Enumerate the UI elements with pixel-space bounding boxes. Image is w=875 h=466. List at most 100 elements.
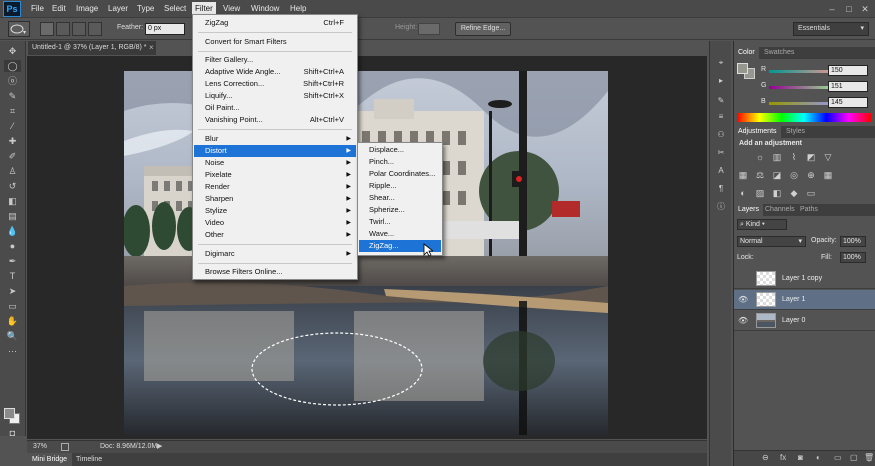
black-white-icon[interactable]: ◪	[771, 169, 783, 181]
selective-color-icon[interactable]: ◆	[788, 187, 800, 199]
marquee-tool-icon[interactable]: ◯	[4, 60, 21, 72]
menu-item-liquify[interactable]: Liquify... Shift+Ctrl+X	[194, 90, 356, 102]
close-icon[interactable]: ✕	[859, 3, 871, 15]
trash-icon[interactable]: 🗑	[864, 453, 874, 462]
menu-item-digimarc[interactable]: Digimarc ▶	[194, 248, 356, 260]
threshold-icon[interactable]: ◧	[771, 187, 783, 199]
menu-item-lens-correction[interactable]: Lens Correction... Shift+Ctrl+R	[194, 78, 356, 90]
menu-image[interactable]: Image	[73, 2, 101, 16]
adjustment-layer-icon[interactable]: ◐	[816, 453, 821, 462]
menu-item-noise[interactable]: Noise ▶	[194, 157, 356, 169]
tab-layers[interactable]: Layers	[734, 204, 764, 216]
opacity-input[interactable]: 100%	[840, 236, 866, 247]
menu-item-browse-filters-online[interactable]: Browse Filters Online...	[194, 266, 356, 278]
menu-type[interactable]: Type	[134, 2, 157, 16]
close-document-icon[interactable]: ×	[149, 41, 154, 55]
tab-color[interactable]: Color	[734, 47, 759, 59]
feather-input[interactable]: 0 px	[145, 23, 185, 35]
layer-row-layer-1[interactable]: 👁 Layer 1	[734, 290, 875, 310]
fx-icon[interactable]: fx	[780, 453, 786, 462]
curves-icon[interactable]: ⌇	[788, 151, 800, 163]
info-icon[interactable]: ⓘ	[715, 201, 727, 213]
shape-tool-icon[interactable]: ▭	[4, 300, 21, 312]
tool-preset-picker[interactable]: ▾	[8, 21, 30, 37]
dodge-tool-icon[interactable]: ●	[4, 240, 21, 252]
color-balance-icon[interactable]: ⚖	[754, 169, 766, 181]
new-selection-icon[interactable]	[40, 22, 54, 36]
crop-tool-icon[interactable]: ⌗	[4, 105, 21, 117]
tab-timeline[interactable]: Timeline	[71, 453, 107, 466]
properties-icon[interactable]: ▸	[715, 75, 727, 87]
status-menu-icon[interactable]	[61, 443, 69, 451]
submenu-item-shear[interactable]: Shear...	[359, 192, 441, 204]
pen-tool-icon[interactable]: ✒	[4, 255, 21, 267]
submenu-item-wave[interactable]: Wave...	[359, 228, 441, 240]
link-layers-icon[interactable]: ⊖	[762, 453, 769, 462]
fill-input[interactable]: 100%	[840, 252, 866, 263]
brush-tool-icon[interactable]: ✐	[4, 150, 21, 162]
submenu-item-twirl[interactable]: Twirl...	[359, 216, 441, 228]
menu-file[interactable]: File	[28, 2, 47, 16]
tab-adjustments[interactable]: Adjustments	[734, 126, 781, 138]
eye-icon[interactable]: 👁	[738, 290, 748, 310]
menu-item-vanishing-point[interactable]: Vanishing Point... Alt+Ctrl+V	[194, 114, 356, 126]
menu-item-convert-smart-filters[interactable]: Convert for Smart Filters	[194, 36, 356, 48]
menu-item-render[interactable]: Render ▶	[194, 181, 356, 193]
gradient-map-icon[interactable]: ▭	[805, 187, 817, 199]
type-tool-icon[interactable]: T	[4, 270, 21, 282]
r-value[interactable]: 150	[828, 65, 868, 76]
new-layer-icon[interactable]: ▢	[850, 453, 858, 462]
zoom-level[interactable]: 37%	[33, 441, 47, 453]
layer-row-layer-1-copy[interactable]: Layer 1 copy	[734, 269, 875, 289]
tab-channels[interactable]: Channels	[761, 204, 799, 216]
layer-row-layer-0[interactable]: 👁 Layer 0	[734, 311, 875, 331]
menu-item-distort[interactable]: Distort ▶	[194, 145, 356, 157]
add-selection-icon[interactable]	[56, 22, 70, 36]
clone-source-icon[interactable]: ⚇	[715, 129, 727, 141]
status-arrow-icon[interactable]: ▶	[157, 441, 162, 453]
maximize-icon[interactable]: □	[843, 3, 855, 15]
refine-edge-button[interactable]: Refine Edge...	[455, 22, 511, 36]
eyedropper-tool-icon[interactable]: ⁄	[4, 120, 21, 132]
menu-item-video[interactable]: Video ▶	[194, 217, 356, 229]
extra-tools-icon[interactable]: ⋯	[4, 345, 21, 357]
healing-tool-icon[interactable]: ✚	[4, 135, 21, 147]
brush-panel-icon[interactable]: ✎	[715, 95, 727, 107]
quick-mask-icon[interactable]: ◘	[4, 427, 21, 439]
zoom-tool-icon[interactable]: 🔍	[4, 330, 21, 342]
menu-item-oil-paint[interactable]: Oil Paint...	[194, 102, 356, 114]
clone-stamp-tool-icon[interactable]: ♙	[4, 165, 21, 177]
move-tool-icon[interactable]: ✥	[4, 45, 21, 57]
hue-saturation-icon[interactable]: ▦	[737, 169, 749, 181]
submenu-item-polar-coordinates[interactable]: Polar Coordinates...	[359, 168, 441, 180]
intersect-selection-icon[interactable]	[88, 22, 102, 36]
hand-tool-icon[interactable]: ✋	[4, 315, 21, 327]
menu-item-stylize[interactable]: Stylize ▶	[194, 205, 356, 217]
menu-item-adaptive-wide-angle[interactable]: Adaptive Wide Angle... Shift+Ctrl+A	[194, 66, 356, 78]
submenu-item-displace[interactable]: Displace...	[359, 144, 441, 156]
menu-select[interactable]: Select	[161, 2, 189, 16]
menu-item-filter-gallery[interactable]: Filter Gallery...	[194, 54, 356, 66]
visibility-toggle-empty[interactable]	[738, 269, 748, 289]
photo-filter-icon[interactable]: ◎	[788, 169, 800, 181]
lasso-tool-icon[interactable]: ⓞ	[4, 75, 21, 87]
blend-mode-select[interactable]: Normal ▾	[737, 236, 806, 247]
paragraph-icon[interactable]: ¶	[715, 183, 727, 195]
minimize-icon[interactable]: –	[826, 3, 838, 15]
tab-swatches[interactable]: Swatches	[760, 47, 798, 59]
levels-icon[interactable]: ▥	[771, 151, 783, 163]
color-spectrum[interactable]	[737, 113, 871, 122]
character-icon[interactable]: A	[715, 165, 727, 177]
layer-filter-kind[interactable]: ⌕ Kind ▾	[737, 219, 787, 230]
eraser-tool-icon[interactable]: ◧	[4, 195, 21, 207]
g-value[interactable]: 151	[828, 81, 868, 92]
group-icon[interactable]: ▭	[834, 453, 842, 462]
quick-select-tool-icon[interactable]: ✎	[4, 90, 21, 102]
posterize-icon[interactable]: ▨	[754, 187, 766, 199]
menu-item-zigzag-last[interactable]: ZigZag Ctrl+F	[194, 17, 356, 29]
height-input[interactable]	[418, 23, 440, 35]
path-selection-tool-icon[interactable]: ➤	[4, 285, 21, 297]
foreground-color-swatch[interactable]	[4, 408, 15, 419]
color-background-swatch[interactable]	[737, 63, 748, 74]
brush-presets-icon[interactable]: ≡	[715, 111, 727, 123]
